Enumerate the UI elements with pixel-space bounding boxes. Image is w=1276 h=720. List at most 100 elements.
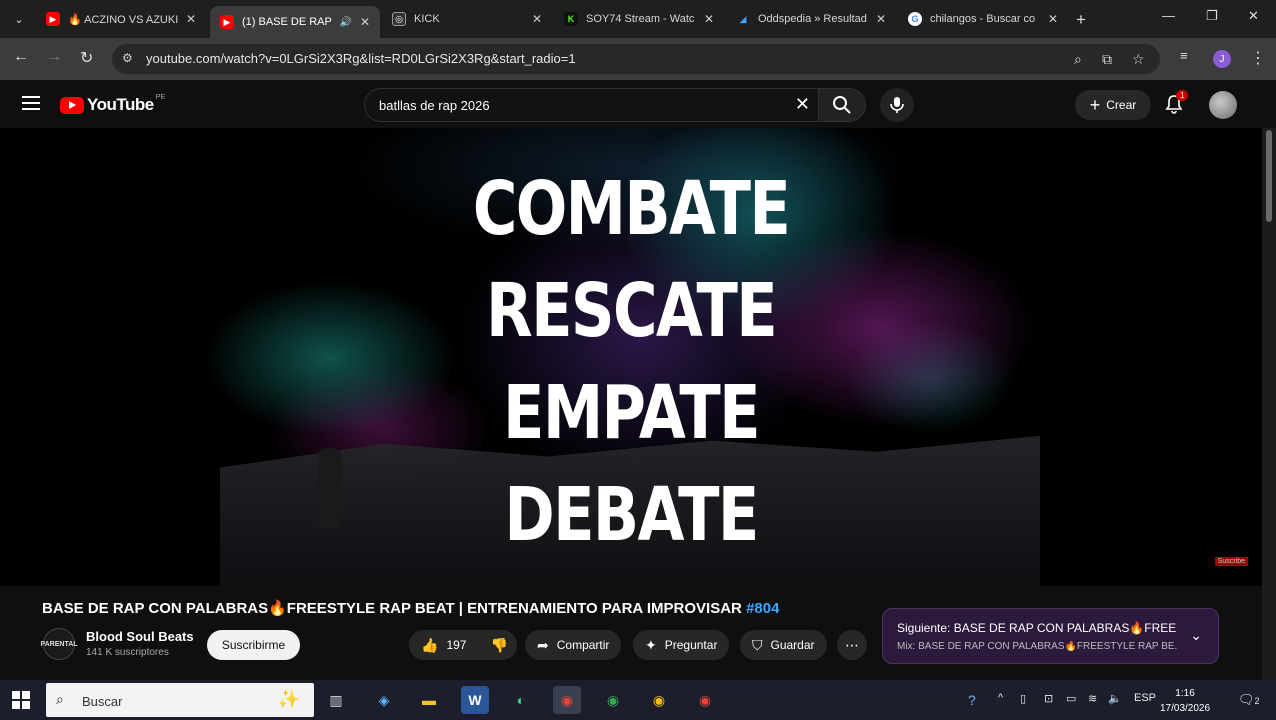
bookmark-star-icon[interactable]: ☆ — [1132, 51, 1145, 68]
clear-search-icon[interactable]: ✕ — [795, 94, 810, 115]
up-next-title: Siguiente: BASE DE RAP CON PALABRAS🔥FREE… — [897, 621, 1177, 635]
edge-icon[interactable]: ◐ — [507, 686, 535, 714]
chevron-up-icon[interactable]: ^ — [998, 692, 1003, 704]
browser-tab[interactable]: ▶ 🔥 ACZINO VS AZUKI ✕ — [36, 4, 206, 34]
browser-tab[interactable]: ◎ KICK ✕ — [382, 4, 552, 34]
close-window-icon[interactable]: ✕ — [1248, 8, 1259, 24]
page-scrollbar[interactable] — [1262, 128, 1276, 680]
youtube-play-icon — [60, 96, 84, 114]
file-explorer-icon[interactable]: ▬ — [415, 686, 443, 714]
search-icon — [833, 96, 851, 114]
address-bar[interactable]: ⚙ youtube.com/watch?v=0LGrSi2X3Rg&list=R… — [112, 44, 1160, 74]
youtube-header: YouTube PE batllas de rap 2026 ✕ + Crear… — [0, 80, 1262, 128]
media-controls-icon[interactable]: ≡ — [1180, 48, 1188, 63]
url-text[interactable]: youtube.com/watch?v=0LGrSi2X3Rg&list=RD0… — [146, 51, 576, 66]
plus-icon: + — [1089, 95, 1101, 115]
bookmark-icon: ⛉ — [752, 636, 763, 653]
chrome-icon[interactable]: ◉ — [553, 686, 581, 714]
more-actions-icon[interactable]: ⋯ — [837, 630, 867, 660]
share-button[interactable]: ➦ Compartir — [525, 630, 622, 660]
profile-avatar[interactable]: J — [1213, 50, 1231, 68]
youtube-logo[interactable]: YouTube PE — [60, 94, 165, 115]
close-tab-icon[interactable]: ✕ — [876, 12, 886, 26]
ask-button[interactable]: ✦ Preguntar — [633, 630, 730, 660]
minimize-icon[interactable]: — — [1162, 8, 1175, 23]
hashtag-link[interactable]: #804 — [746, 600, 779, 617]
close-tab-icon[interactable]: ✕ — [360, 15, 370, 29]
thumbs-down-icon[interactable]: 👎 — [490, 637, 507, 654]
speaker-icon[interactable]: 🔊 — [339, 17, 351, 28]
search-input[interactable]: batllas de rap 2026 ✕ — [364, 88, 818, 122]
close-tab-icon[interactable]: ✕ — [532, 12, 542, 26]
lock-icon[interactable]: ⊡ — [1044, 692, 1053, 705]
notifications-button[interactable]: 1 — [1164, 90, 1189, 119]
like-count[interactable]: 197 — [446, 638, 466, 652]
site-info-icon[interactable]: ⚙ — [122, 51, 133, 65]
channel-name[interactable]: Blood Soul Beats — [86, 629, 194, 644]
battery-icon[interactable]: ▭ — [1066, 692, 1076, 705]
subscribe-watermark[interactable]: Suscribe — [1214, 557, 1248, 566]
channel-avatar[interactable]: PARENTAL — [40, 628, 78, 660]
reload-icon[interactable]: ↻ — [80, 48, 93, 68]
notification-center-icon[interactable]: 🗨2 — [1238, 692, 1260, 708]
restore-icon[interactable]: ❐ — [1206, 8, 1218, 24]
account-avatar[interactable] — [1209, 91, 1237, 119]
help-icon[interactable]: ? — [968, 692, 976, 708]
overlay-word: COMBATE — [472, 166, 791, 252]
overlay-word: DEBATE — [504, 472, 759, 558]
create-button[interactable]: + Crear — [1075, 90, 1151, 120]
taskbar-search[interactable]: ⌕ Buscar ✨ — [46, 683, 314, 717]
close-tab-icon[interactable]: ✕ — [704, 12, 714, 26]
save-button[interactable]: ⛉ Guardar — [740, 630, 827, 660]
copilot-icon[interactable]: ◈ — [370, 686, 398, 714]
forward-icon[interactable]: → — [46, 48, 62, 66]
video-title: BASE DE RAP CON PALABRAS🔥FREESTYLE RAP B… — [42, 600, 780, 617]
phone-link-icon[interactable]: ▯ — [1020, 692, 1026, 705]
overlay-words: COMBATE RESCATE EMPATE DEBATE — [0, 158, 1262, 566]
subscriber-count: 141 K suscriptores — [86, 647, 169, 658]
new-tab-icon[interactable]: + — [1076, 10, 1086, 30]
chevron-down-icon[interactable]: ⌄ — [1190, 627, 1202, 644]
up-next-panel[interactable]: Siguiente: BASE DE RAP CON PALABRAS🔥FREE… — [882, 608, 1219, 664]
thumbs-up-icon[interactable]: 👍 — [421, 637, 438, 654]
browser-tab[interactable]: K SOY74 Stream - Watc ✕ — [554, 4, 724, 34]
hamburger-menu-icon[interactable] — [22, 96, 40, 110]
cast-icon[interactable]: ⧉ — [1102, 51, 1112, 68]
taskbar-clock[interactable]: 1:16 17/03/2026 — [1160, 686, 1210, 716]
voice-search-button[interactable] — [880, 88, 914, 122]
browser-menu-icon[interactable]: ⋮ — [1250, 48, 1266, 68]
overlay-word: RESCATE — [485, 268, 778, 354]
chrome-icon[interactable]: ◉ — [691, 686, 719, 714]
youtube-favicon-icon: ▶ — [46, 12, 60, 26]
wifi-icon[interactable]: ≋ — [1088, 692, 1097, 705]
browser-tab-strip: ⌄ ▶ 🔥 ACZINO VS AZUKI ✕ ▶ (1) BASE DE RA… — [0, 0, 1276, 38]
sparkle-icon: ✨ — [277, 689, 300, 709]
oddspedia-favicon-icon: ◢ — [736, 12, 750, 26]
scrollbar-thumb[interactable] — [1266, 130, 1272, 222]
video-player[interactable]: COMBATE RESCATE EMPATE DEBATE Suscribe — [0, 128, 1262, 586]
close-tab-icon[interactable]: ✕ — [186, 12, 196, 26]
close-tab-icon[interactable]: ✕ — [1048, 12, 1058, 26]
word-icon[interactable]: W — [461, 686, 489, 714]
chrome-icon[interactable]: ◉ — [599, 686, 627, 714]
windows-taskbar: ⌕ Buscar ✨ ▥ ◈ ▬ W ◐ ◉ ◉ ◉ ◉ ? ^ ▯ ⊡ ▭ ≋… — [0, 680, 1276, 720]
chrome-icon[interactable]: ◉ — [645, 686, 673, 714]
back-icon[interactable]: ← — [13, 48, 29, 66]
k-favicon-icon: K — [564, 12, 578, 26]
windows-start-icon[interactable] — [12, 691, 30, 709]
zoom-icon[interactable]: ⌕ — [1074, 51, 1082, 68]
search-button[interactable] — [818, 88, 866, 122]
tab-search-chevron-icon[interactable]: ⌄ — [6, 6, 32, 32]
notification-badge: 1 — [1176, 90, 1189, 101]
volume-icon[interactable]: 🔈 — [1108, 692, 1122, 705]
subscribe-button[interactable]: Suscribirme — [207, 630, 300, 660]
language-indicator[interactable]: ESP — [1134, 692, 1156, 704]
browser-tab-active[interactable]: ▶ (1) BASE DE RAP 🔊 ✕ — [210, 6, 380, 38]
browser-tab[interactable]: ◢ Oddspedia » Resultad ✕ — [726, 4, 896, 34]
microphone-icon — [890, 97, 904, 113]
like-dislike-group: 👍 197 👎 — [409, 630, 517, 660]
task-view-icon[interactable]: ▥ — [322, 686, 350, 714]
browser-toolbar: ← → ↻ ⚙ youtube.com/watch?v=0LGrSi2X3Rg&… — [0, 38, 1276, 80]
share-icon: ➦ — [537, 636, 549, 653]
browser-tab[interactable]: G chilangos - Buscar co ✕ — [898, 4, 1068, 34]
